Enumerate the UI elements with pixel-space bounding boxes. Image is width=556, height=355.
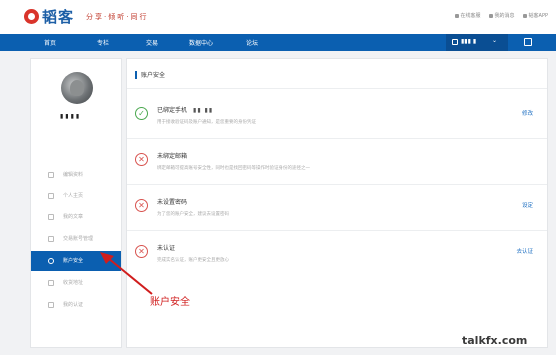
shield-icon [48,258,54,264]
title-accent [135,70,137,79]
id-card-icon [48,302,54,308]
security-row-verification: ✕ 未认证 完成实名认证，账户更安全且更放心 去认证 [127,231,547,277]
user-menu[interactable]: ▮▮▮ ▮ ⌄ [446,34,508,51]
divider [127,88,547,89]
modify-phone-link[interactable]: 修改 [522,109,533,117]
warning-circle-icon: ✕ [135,199,148,212]
check-circle-icon: ✓ [135,107,148,120]
page-title: 账户安全 [141,72,166,79]
nav-trading[interactable]: 交易 [146,38,158,47]
row-description: 完成实名认证，账户更安全且更放心 [157,258,229,263]
profile-username: ▮▮▮▮ [60,113,82,120]
headset-icon [454,13,459,18]
edit-icon [48,172,54,178]
document-icon [48,214,54,220]
row-title: 已绑定手机 [157,107,188,114]
avatar[interactable] [61,72,93,104]
security-row-password: ✕ 未设置密码 为了您的账户安全，建议去设置密码 设定 [127,185,547,231]
row-description: 用于接收验证码及账户通知，是您重要的身份凭证 [157,120,256,125]
masked-phone: ▮▮ ▮▮ [193,107,214,114]
row-title: 未设置密码 [157,199,188,206]
sidebar-item-home-page[interactable]: 个人主页 [31,186,121,206]
sidebar-item-edit-profile[interactable]: 编辑资料 [31,165,121,185]
location-icon [48,280,54,286]
top-links: 在线客服 我的消息 韬客APP [454,12,548,19]
chevron-down-icon: ⌄ [492,37,498,44]
security-row-phone: ✓ 已绑定手机 ▮▮ ▮▮ 用于接收验证码及账户通知，是您重要的身份凭证 修改 [127,93,547,139]
customer-service-link[interactable]: 在线客服 [454,12,481,19]
annotation-arrow [100,252,153,295]
site-header: 韬客 分享·倾听·同行 在线客服 我的消息 韬客APP [0,0,556,34]
profile-sidebar: ▮▮▮▮ 编辑资料 个人主页 我的文章 交易账号管理 账户安全 收货地址 我的认… [30,58,122,348]
watermark: talkfx.com [462,334,528,347]
message-icon [488,13,493,18]
set-password-link[interactable]: 设定 [522,201,533,209]
verify-link[interactable]: 去认证 [516,247,533,255]
lock-icon [452,39,458,45]
site-slogan: 分享·倾听·同行 [86,13,149,21]
row-description: 绑定邮箱可提高账号安全性，同时也是找回密码等操作时验证身份的途径之一 [157,166,310,171]
messages-link[interactable]: 我的消息 [488,12,515,19]
user-icon [48,193,54,199]
nav-forum[interactable]: 论坛 [246,38,258,47]
nav-data-center[interactable]: 数据中心 [189,38,213,47]
security-row-email: ✕ 未绑定邮箱 绑定邮箱可提高账号安全性，同时也是找回密码等操作时验证身份的途径… [127,139,547,185]
site-logo[interactable]: 韬客 [42,6,74,27]
edit-icon[interactable] [524,38,532,46]
logo-icon[interactable] [24,9,39,24]
sidebar-item-my-articles[interactable]: 我的文章 [31,207,121,227]
row-title: 未认证 [157,245,176,252]
nav-columns[interactable]: 专栏 [97,38,109,47]
warning-circle-icon: ✕ [135,153,148,166]
phone-icon [522,13,527,18]
nav-user-name: ▮▮▮ ▮ [461,38,477,45]
app-link[interactable]: 韬客APP [522,12,548,19]
annotation-label: 账户安全 [150,297,190,308]
yen-icon [48,236,54,242]
row-description: 为了您的账户安全，建议去设置密码 [157,212,229,217]
nav-home[interactable]: 首页 [44,38,56,47]
sidebar-item-trading-accounts[interactable]: 交易账号管理 [31,229,121,249]
panel-header: 账户安全 [135,70,165,79]
row-title: 未绑定邮箱 [157,153,188,160]
